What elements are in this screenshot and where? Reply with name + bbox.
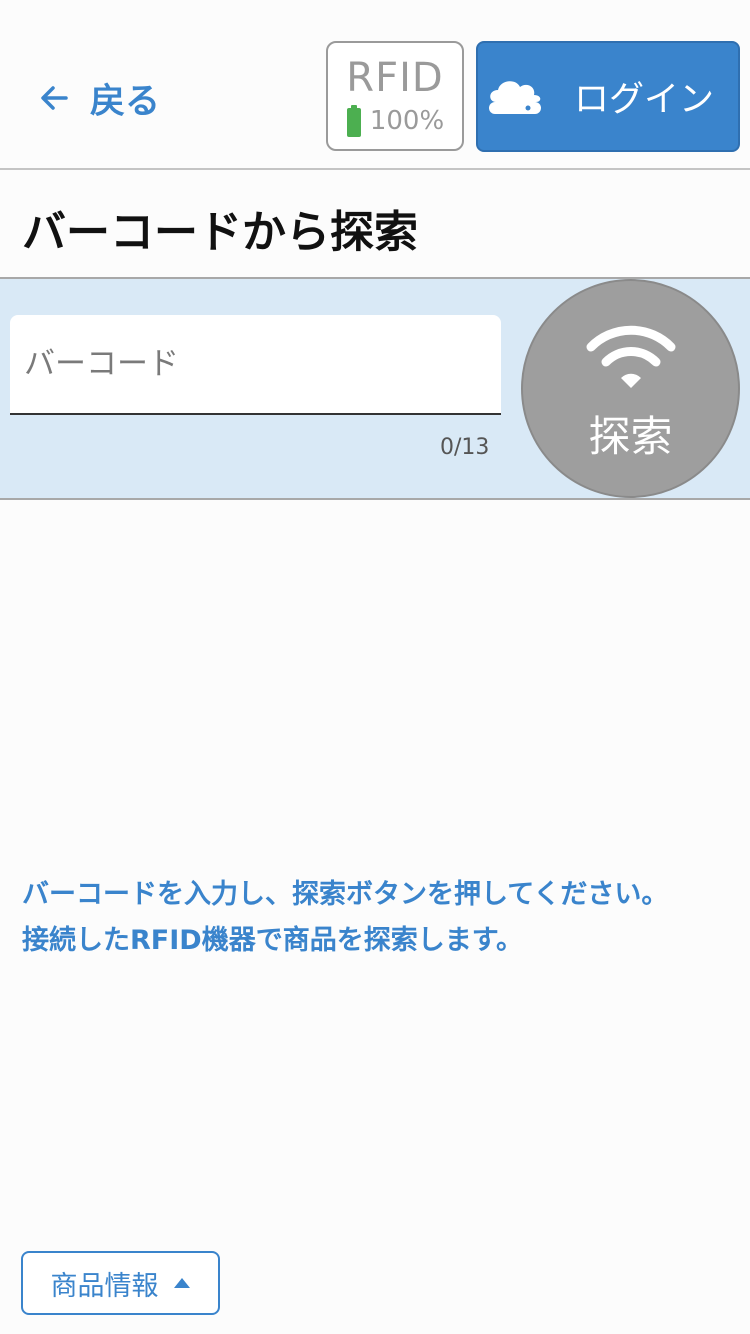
page: 戻る RFID 100% ログイン バーコードから探索 バーコード 0/13 探… bbox=[0, 0, 750, 1334]
search-button[interactable]: 探索 bbox=[521, 279, 740, 498]
search-button-label: 探索 bbox=[588, 412, 673, 461]
product-info-label: 商品情報 bbox=[50, 1270, 159, 1302]
instruction-line-1: バーコードを入力し、探索ボタンを押してください。 bbox=[22, 879, 669, 910]
back-button[interactable]: 戻る bbox=[38, 72, 160, 124]
cloud-icon bbox=[489, 80, 541, 114]
rfid-label: RFID bbox=[346, 55, 444, 101]
wifi-signal-icon bbox=[586, 325, 675, 388]
instruction-line-2: 接続したRFID機器で商品を探索します。 bbox=[22, 925, 523, 956]
login-label: ログイン bbox=[574, 80, 715, 120]
battery-status: 100% bbox=[328, 105, 462, 137]
instructions-text: バーコードを入力し、探索ボタンを押してください。 接続したRFID機器で商品を探… bbox=[22, 872, 742, 964]
rfid-status-indicator[interactable]: RFID 100% bbox=[326, 41, 464, 151]
page-title: バーコードから探索 bbox=[22, 207, 418, 258]
character-counter: 0/13 bbox=[440, 435, 490, 460]
back-label: 戻る bbox=[90, 81, 161, 122]
app-header: 戻る RFID 100% ログイン bbox=[0, 0, 750, 170]
barcode-input[interactable] bbox=[10, 315, 501, 413]
battery-full-icon bbox=[346, 105, 361, 137]
product-info-toggle-button[interactable]: 商品情報 bbox=[21, 1251, 220, 1315]
login-button[interactable]: ログイン bbox=[476, 41, 740, 152]
battery-percent: 100% bbox=[369, 106, 445, 136]
barcode-field bbox=[10, 315, 501, 415]
triangle-up-icon bbox=[173, 1278, 190, 1288]
arrow-left-icon bbox=[41, 86, 68, 110]
